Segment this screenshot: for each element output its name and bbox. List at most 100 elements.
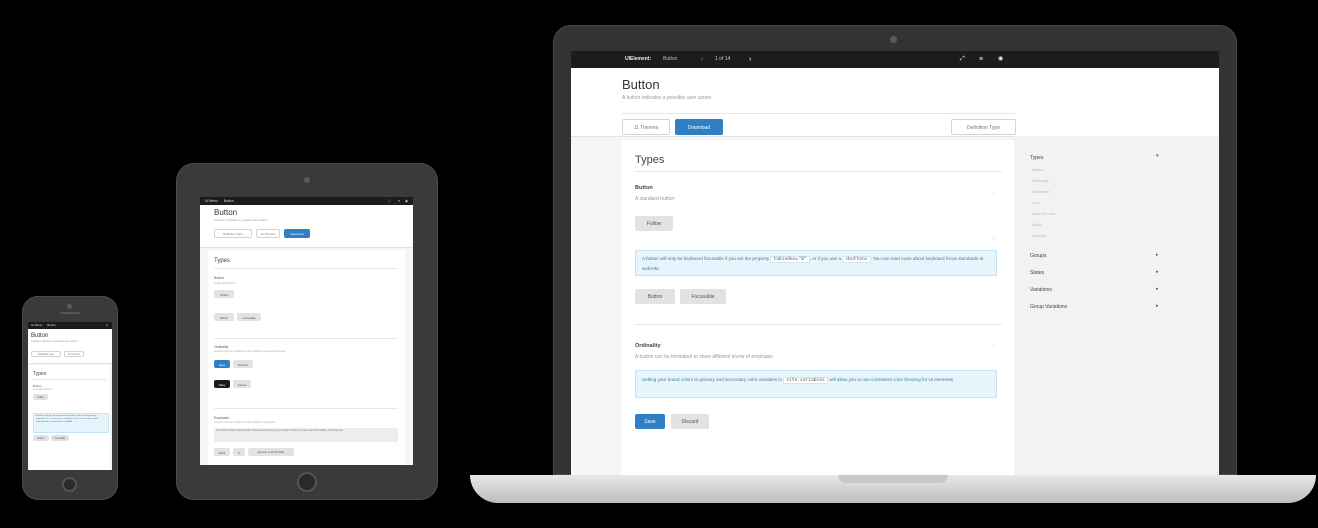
tablet-focusable-button[interactable]: Focusable bbox=[237, 313, 261, 321]
sidebar-variations-chevron-icon[interactable]: ▸ bbox=[1156, 286, 1159, 292]
sidebar-type-item[interactable]: Animated bbox=[1032, 189, 1049, 194]
laptop-code-icon-3[interactable]: ‹› bbox=[991, 342, 994, 348]
sidebar-type-item[interactable]: Basic bbox=[1032, 222, 1042, 227]
sidebar-states[interactable]: States bbox=[1030, 270, 1044, 276]
tablet-emphasis-desc: A button can be formatted to show differ… bbox=[214, 421, 276, 424]
laptop-main-content: Types Button A standard button ‹› Follow… bbox=[622, 140, 1014, 475]
tablet-settings-icon[interactable]: ◉ bbox=[405, 197, 408, 205]
tablet-fullscreen-icon[interactable]: ⤢ bbox=[388, 197, 391, 205]
sidebar-type-item[interactable]: Labeled Icon bbox=[1032, 211, 1055, 216]
phone-definition-button[interactable]: Definition Type bbox=[31, 351, 61, 357]
tablet-button-button[interactable]: Button bbox=[214, 313, 234, 321]
fullscreen-icon[interactable]: ⤢ bbox=[960, 51, 965, 68]
tablet-ordinality-desc: A button can be formatted to show differ… bbox=[214, 350, 286, 353]
focus-text-2: , or if you use a bbox=[809, 256, 842, 261]
focus-code-2: <button> bbox=[842, 256, 871, 263]
laptop-definition-button[interactable]: Definition Type bbox=[951, 119, 1016, 135]
phone-page: Button bbox=[47, 323, 56, 327]
sidebar-groups-chevron-icon[interactable]: ▸ bbox=[1156, 252, 1159, 258]
brand-text-2: will allow you to use consistent color t… bbox=[829, 377, 954, 382]
laptop-header: Button A button indicates a possible use… bbox=[571, 68, 1219, 137]
settings-icon[interactable]: ◉ bbox=[998, 51, 1003, 68]
phone-content: Types Button A standard button Follow A … bbox=[30, 365, 110, 470]
tablet-themes-button[interactable]: 11 Themes bbox=[256, 229, 280, 238]
tablet-x-button[interactable]: ✕ bbox=[233, 448, 245, 456]
tablet-follow-button[interactable]: Follow bbox=[214, 290, 234, 298]
laptop-download-button[interactable]: Download bbox=[675, 119, 723, 135]
phone-focusable-button[interactable]: Focusable bbox=[51, 435, 69, 441]
laptop-button-button[interactable]: Button bbox=[635, 289, 675, 304]
tablet-button-title: Button bbox=[214, 276, 224, 280]
tablet-approve-button[interactable]: Approve to all the fields bbox=[248, 448, 294, 456]
laptop-button-desc: A standard button bbox=[635, 196, 675, 202]
laptop-sidebar: Types ▾ Button Ordinality Animated Icon … bbox=[1014, 136, 1219, 475]
laptop-next-button[interactable]: › bbox=[749, 51, 751, 68]
laptop-save-button[interactable]: Save bbox=[635, 414, 665, 429]
tablet-topbar: UI Menu Button ⤢ ≡ ◉ bbox=[200, 197, 413, 205]
phone-topbar: UI Menu Button ≡ bbox=[28, 322, 112, 329]
sidebar-types-chevron-icon[interactable]: ▾ bbox=[1156, 153, 1159, 159]
phone-button-button[interactable]: Button bbox=[33, 435, 49, 441]
brand-code: site.variables bbox=[783, 377, 828, 384]
sidebar-group-variations-chevron-icon[interactable]: ▸ bbox=[1156, 303, 1159, 309]
phone-themes-button[interactable]: 11 Themes bbox=[64, 351, 84, 357]
laptop-code-icon-1[interactable]: ‹› bbox=[991, 190, 994, 196]
laptop-notch bbox=[838, 475, 948, 483]
laptop-page-subtitle: A button indicates a possible user actio… bbox=[622, 95, 712, 101]
brand-text-1: Setting your brand colors to primary and… bbox=[642, 377, 782, 382]
tablet-ordinality-title: Ordinality bbox=[214, 345, 229, 349]
tablet-cancel-button[interactable]: Cancel bbox=[233, 380, 251, 388]
tablet-home-button[interactable] bbox=[297, 472, 317, 492]
sidebar-type-item[interactable]: Ordinality bbox=[1032, 178, 1049, 183]
phone-menu-icon[interactable]: ≡ bbox=[106, 322, 108, 329]
focus-text-1: A button will only be keyboard focusable… bbox=[642, 256, 770, 261]
tablet-section-title: Types bbox=[214, 258, 231, 264]
laptop-themes-button[interactable]: 11 Themes bbox=[622, 119, 670, 135]
laptop-follow-button[interactable]: Follow bbox=[635, 216, 673, 231]
laptop-section-title: Types bbox=[635, 154, 665, 166]
sidebar-types[interactable]: Types bbox=[1030, 155, 1043, 161]
laptop-lid: UIElement: Button ‹ 1 of 14 › ⤢ ≡ ◉ Butt… bbox=[553, 25, 1237, 475]
tablet-brand: UI Menu bbox=[205, 199, 218, 203]
sidebar-groups[interactable]: Groups bbox=[1030, 253, 1046, 259]
tablet-discard-button[interactable]: Discard bbox=[233, 360, 253, 368]
tablet-menu-icon[interactable]: ≡ bbox=[398, 197, 400, 205]
laptop-focus-message: A button will only be keyboard focusable… bbox=[635, 250, 997, 276]
tablet-button-desc: A standard button bbox=[214, 281, 236, 285]
laptop-button-title: Button bbox=[635, 185, 653, 191]
tablet-header: Button A button indicates a possible use… bbox=[200, 205, 413, 248]
phone-screen: UI Menu Button ≡ Button A button indicat… bbox=[28, 322, 112, 470]
phone-brand: UI Menu bbox=[31, 323, 43, 327]
sidebar-variations[interactable]: Variations bbox=[1030, 287, 1052, 293]
laptop-ordinality-desc: A button can be formatted to show differ… bbox=[635, 354, 773, 360]
phone-speaker bbox=[60, 312, 80, 314]
tablet-download-button[interactable]: Download bbox=[284, 229, 310, 238]
tablet-okay-button[interactable]: Okay bbox=[214, 380, 230, 388]
phone-button-desc: A standard button bbox=[33, 388, 52, 391]
tablet-device: UI Menu Button ⤢ ≡ ◉ Button A button ind… bbox=[176, 163, 438, 500]
phone-home-button[interactable] bbox=[62, 477, 77, 492]
laptop-focusable-button[interactable]: Focusable bbox=[680, 289, 726, 304]
laptop-discard-button[interactable]: Discard bbox=[671, 414, 709, 429]
tablet-title: Button bbox=[214, 208, 238, 217]
laptop-camera bbox=[890, 36, 897, 43]
tablet-back-button[interactable]: Back bbox=[214, 448, 230, 456]
laptop-prev-button[interactable]: ‹ bbox=[701, 51, 703, 68]
laptop-code-icon-2[interactable]: ‹› bbox=[991, 236, 994, 242]
tablet-page: Button bbox=[223, 199, 234, 203]
sidebar-type-item[interactable]: Inverted bbox=[1032, 233, 1046, 238]
laptop-topbar: UIElement: Button ‹ 1 of 14 › ⤢ ≡ ◉ bbox=[571, 51, 1219, 68]
tablet-emphasis-note: The button will be rendered with emphasi… bbox=[214, 428, 398, 442]
sidebar-group-variations[interactable]: Group Variations bbox=[1030, 304, 1067, 310]
tablet-save-button[interactable]: Save bbox=[214, 360, 230, 368]
laptop-ordinality-title: Ordinality bbox=[635, 343, 661, 349]
tablet-definition-button[interactable]: Definition Type bbox=[214, 229, 252, 238]
phone-title: Button bbox=[31, 333, 49, 339]
phone-follow-button[interactable]: Follow bbox=[33, 394, 48, 400]
tablet-emphasis-title: Emphasis bbox=[214, 416, 229, 420]
sidebar-type-item[interactable]: Button bbox=[1032, 167, 1044, 172]
tablet-subtitle: A button indicates a possible user actio… bbox=[214, 218, 268, 222]
menu-icon[interactable]: ≡ bbox=[979, 51, 983, 68]
sidebar-type-item[interactable]: Icon bbox=[1032, 200, 1040, 205]
sidebar-states-chevron-icon[interactable]: ▸ bbox=[1156, 269, 1159, 275]
